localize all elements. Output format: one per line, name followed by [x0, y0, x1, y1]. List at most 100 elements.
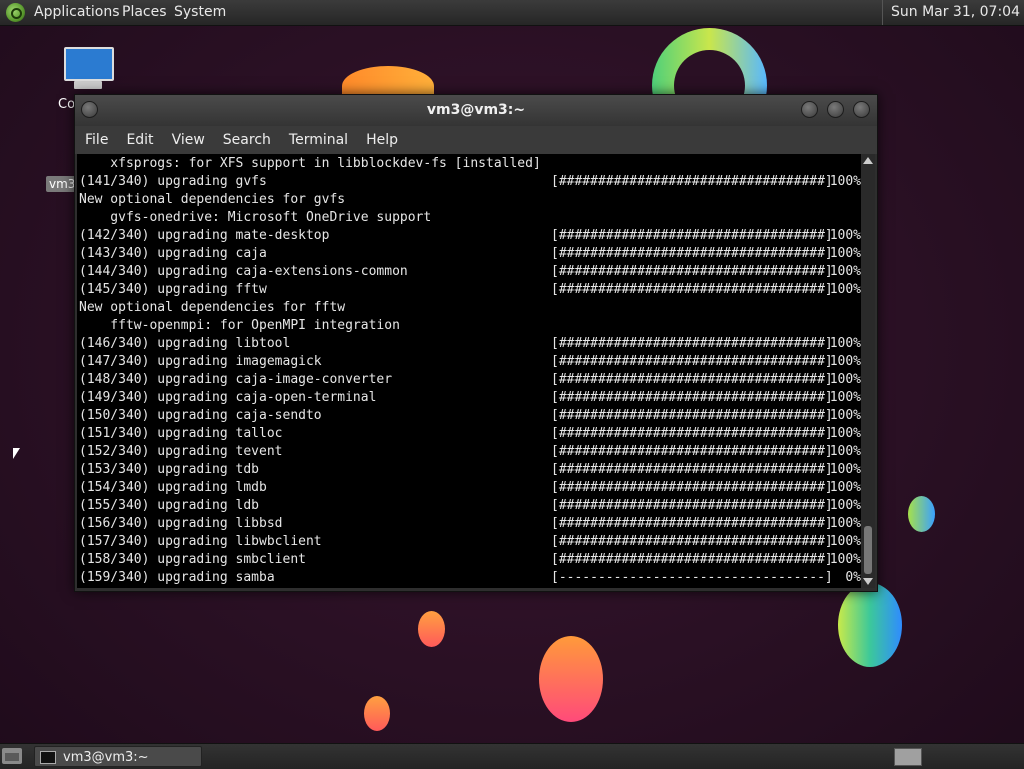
- terminal-line-pct: 100%: [829, 246, 861, 261]
- terminal-line-pct: 100%: [829, 282, 861, 297]
- mouse-cursor-icon: [13, 448, 20, 459]
- decor-blob-orange-large: [539, 636, 603, 722]
- terminal-line-bar: [##################################]: [551, 426, 833, 441]
- terminal-icon: [40, 751, 56, 764]
- top-panel: Applications Places System Sun Mar 31, 0…: [0, 0, 1024, 26]
- terminal-line-left: (147/340) upgrading imagemagick: [79, 354, 322, 369]
- terminal-line-left: (152/340) upgrading tevent: [79, 444, 283, 459]
- terminal-line-pct: 100%: [829, 372, 861, 387]
- menu-file[interactable]: File: [75, 126, 116, 154]
- terminal-line-bar: [##################################]: [551, 246, 833, 261]
- terminal-line-left: (143/340) upgrading caja: [79, 246, 267, 261]
- terminal-line-left: (158/340) upgrading smbclient: [79, 552, 306, 567]
- terminal-line-pct: 100%: [829, 264, 861, 279]
- terminal-line-bar: [##################################]: [551, 264, 833, 279]
- terminal-line: (153/340) upgrading tdb [################…: [77, 461, 861, 479]
- minimize-button[interactable]: [801, 101, 818, 118]
- terminal-line-pct: 100%: [829, 534, 861, 549]
- terminal-window: vm3@vm3:~ File Edit View Search Terminal Help…: [74, 94, 878, 592]
- terminal-line: (155/340) upgrading ldb [################…: [77, 497, 861, 515]
- terminal-line: (152/340) upgrading tevent [#############…: [77, 443, 861, 461]
- terminal-line: gvfs-onedrive: Microsoft OneDrive suppor…: [77, 209, 861, 227]
- terminal-line-left: New optional dependencies for fftw: [79, 300, 346, 315]
- terminal-line-bar: [##################################]: [551, 552, 833, 567]
- scrollbar-thumb[interactable]: [864, 526, 872, 574]
- terminal-line-pct: 100%: [829, 516, 861, 531]
- terminal-line-left: (141/340) upgrading gvfs: [79, 174, 267, 189]
- terminal-line-bar: [##################################]: [551, 354, 833, 369]
- terminal-output[interactable]: xfsprogs: for XFS support in libblockdev…: [77, 154, 861, 588]
- maximize-button[interactable]: [827, 101, 844, 118]
- scroll-down-icon[interactable]: [863, 578, 873, 585]
- terminal-line-left: (146/340) upgrading libtool: [79, 336, 291, 351]
- terminal-line-bar: [##################################]: [551, 372, 833, 387]
- decor-blob-right-small: [908, 496, 935, 532]
- menu-edit[interactable]: Edit: [116, 126, 161, 154]
- taskbar-window-label: vm3@vm3:~: [63, 750, 149, 765]
- terminal-line-bar: [##################################]: [551, 228, 833, 243]
- terminal-line-left: (149/340) upgrading caja-open-terminal: [79, 390, 377, 405]
- terminal-line-pct: 100%: [829, 228, 861, 243]
- terminal-line-pct: 100%: [829, 498, 861, 513]
- terminal-line-pct: 0%: [845, 570, 861, 585]
- apps-menu-icon[interactable]: [6, 3, 25, 22]
- computer-screen: [64, 47, 114, 81]
- terminal-line: (154/340) upgrading lmdb [###############…: [77, 479, 861, 497]
- terminal-line-bar: [##################################]: [551, 282, 833, 297]
- terminal-line-pct: 100%: [829, 336, 861, 351]
- taskbar-terminal-button[interactable]: vm3@vm3:~: [34, 746, 202, 767]
- terminal-line-bar: [##################################]: [551, 390, 833, 405]
- window-titlebar[interactable]: vm3@vm3:~: [75, 95, 877, 126]
- terminal-line-pct: 100%: [829, 408, 861, 423]
- show-desktop-icon[interactable]: [2, 748, 22, 764]
- terminal-line-bar: [##################################]: [551, 462, 833, 477]
- terminal-line-bar: [##################################]: [551, 498, 833, 513]
- terminal-line: (147/340) upgrading imagemagick [########…: [77, 353, 861, 371]
- terminal-line-left: (154/340) upgrading lmdb: [79, 480, 267, 495]
- menu-search[interactable]: Search: [213, 126, 279, 154]
- computer-icon[interactable]: [60, 45, 114, 95]
- desktop-computer-label[interactable]: Co: [58, 97, 75, 112]
- terminal-line-left: (151/340) upgrading talloc: [79, 426, 283, 441]
- terminal-line-bar: [##################################]: [551, 480, 833, 495]
- terminal-line-pct: 100%: [829, 426, 861, 441]
- terminal-lines: xfsprogs: for XFS support in libblockdev…: [77, 155, 861, 587]
- terminal-line-left: (155/340) upgrading ldb: [79, 498, 260, 513]
- decor-blob-orange-mid: [418, 611, 445, 647]
- menu-system[interactable]: System: [174, 0, 226, 25]
- terminal-line-pct: 100%: [829, 552, 861, 567]
- terminal-line-left: New optional dependencies for gvfs: [79, 192, 346, 207]
- terminal-line-bar: [##################################]: [551, 444, 833, 459]
- bottom-panel: vm3@vm3:~: [0, 743, 1024, 769]
- terminal-scrollbar[interactable]: [861, 154, 875, 588]
- menu-applications[interactable]: Applications: [34, 0, 120, 25]
- terminal-line-left: gvfs-onedrive: Microsoft OneDrive suppor…: [79, 210, 432, 225]
- clock[interactable]: Sun Mar 31, 07:04: [881, 0, 1020, 25]
- terminal-line-pct: 100%: [829, 480, 861, 495]
- close-button[interactable]: [853, 101, 870, 118]
- window-menu-button[interactable]: [81, 101, 98, 118]
- terminal-line: xfsprogs: for XFS support in libblockdev…: [77, 155, 861, 173]
- terminal-line: (145/340) upgrading fftw [###############…: [77, 281, 861, 299]
- terminal-line: (156/340) upgrading libbsd [#############…: [77, 515, 861, 533]
- terminal-line-left: (148/340) upgrading caja-image-converter: [79, 372, 393, 387]
- terminal-line: (144/340) upgrading caja-extensions-comm…: [77, 263, 861, 281]
- terminal-line: (148/340) upgrading caja-image-converter…: [77, 371, 861, 389]
- terminal-line-pct: 100%: [829, 354, 861, 369]
- terminal-line-pct: 100%: [829, 444, 861, 459]
- scroll-up-icon[interactable]: [863, 157, 873, 164]
- menu-view[interactable]: View: [162, 126, 213, 154]
- computer-keyboard: [74, 81, 102, 89]
- terminal-line-left: xfsprogs: for XFS support in libblockdev…: [79, 156, 541, 171]
- menu-places[interactable]: Places: [122, 0, 167, 25]
- terminal-line-left: (145/340) upgrading fftw: [79, 282, 267, 297]
- terminal-line-bar: [##################################]: [551, 516, 833, 531]
- menu-terminal[interactable]: Terminal: [279, 126, 356, 154]
- terminal-line-bar: [##################################]: [551, 336, 833, 351]
- terminal-line-left: (150/340) upgrading caja-sendto: [79, 408, 322, 423]
- terminal-line-left: (142/340) upgrading mate-desktop: [79, 228, 330, 243]
- menu-help[interactable]: Help: [356, 126, 406, 154]
- terminal-line: (146/340) upgrading libtool [############…: [77, 335, 861, 353]
- terminal-line-bar: [----------------------------------]: [551, 570, 833, 585]
- workspace-switcher-icon[interactable]: [894, 748, 922, 766]
